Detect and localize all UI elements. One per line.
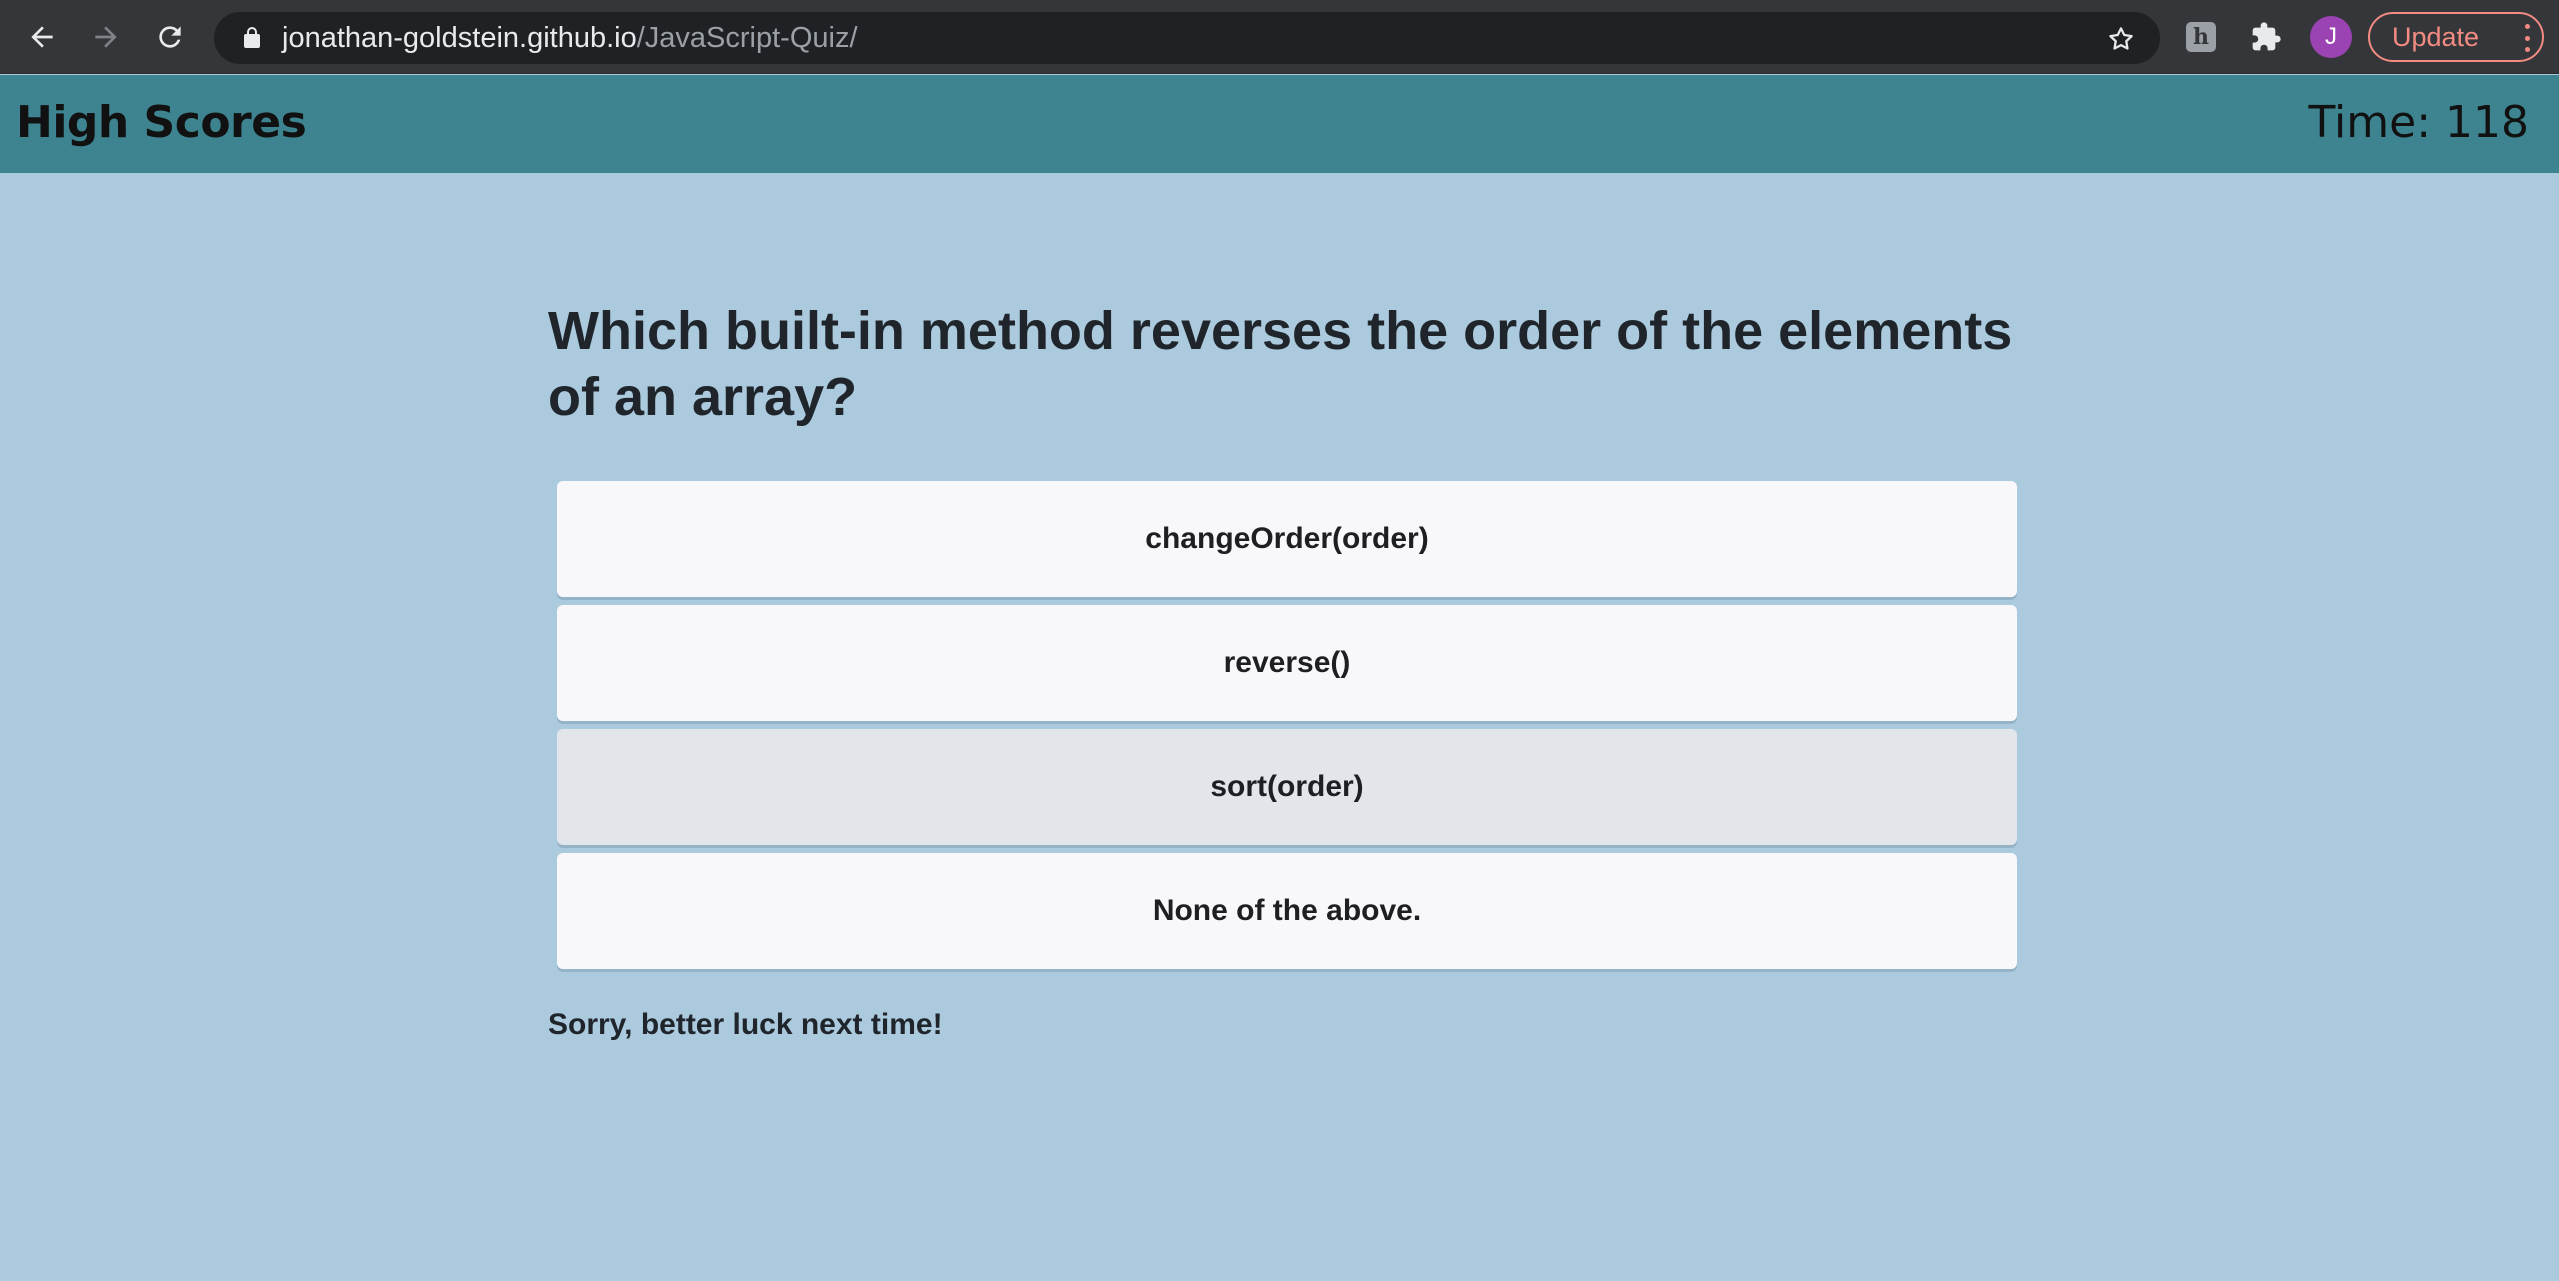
- back-button[interactable]: [18, 13, 66, 61]
- feedback-message: Sorry, better luck next time!: [548, 1008, 943, 1041]
- lock-icon: [240, 26, 264, 50]
- url-host: jonathan-goldstein.github.io: [282, 21, 637, 54]
- site-header: High Scores Time: 118: [0, 75, 2559, 173]
- star-icon[interactable]: [2106, 24, 2136, 54]
- address-bar[interactable]: jonathan-goldstein.github.io/JavaScript-…: [214, 12, 2160, 64]
- profile-avatar[interactable]: J: [2310, 16, 2352, 58]
- extension-icon: h: [2186, 22, 2216, 52]
- answer-button-1[interactable]: changeOrder(order): [557, 481, 2017, 597]
- puzzle-icon: [2252, 22, 2281, 51]
- answer-list: changeOrder(order) reverse() sort(order)…: [557, 481, 2017, 977]
- forward-button[interactable]: [82, 13, 130, 61]
- answer-button-4[interactable]: None of the above.: [557, 853, 2017, 969]
- reload-button[interactable]: [146, 13, 194, 61]
- forward-arrow-icon: [95, 26, 117, 48]
- timer: Time: 118: [2308, 97, 2529, 148]
- url-path: /JavaScript-Quiz/: [636, 21, 858, 54]
- extension-button[interactable]: h: [2179, 15, 2223, 59]
- extensions-menu-button[interactable]: [2244, 15, 2288, 59]
- update-button[interactable]: Update: [2368, 12, 2544, 62]
- question-text: Which built-in method reverses the order…: [548, 301, 2013, 427]
- url-text: jonathan-goldstein.github.io/JavaScript-…: [282, 22, 858, 55]
- answer-button-3[interactable]: sort(order): [557, 729, 2017, 845]
- answer-button-2[interactable]: reverse(): [557, 605, 2017, 721]
- high-scores-link[interactable]: High Scores: [16, 97, 307, 148]
- kebab-menu-icon: [2522, 24, 2532, 52]
- update-label: Update: [2392, 21, 2480, 52]
- back-arrow-icon: [31, 26, 53, 48]
- reload-icon: [159, 26, 181, 48]
- browser-toolbar: jonathan-goldstein.github.io/JavaScript-…: [0, 0, 2559, 74]
